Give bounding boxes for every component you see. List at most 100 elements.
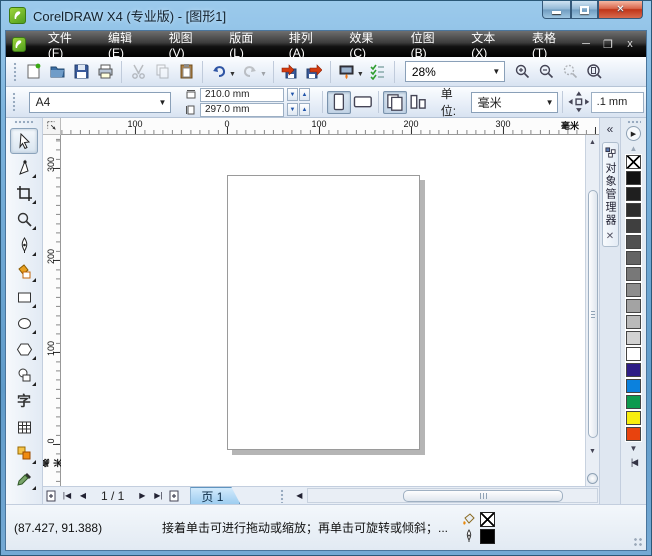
color-swatch[interactable] bbox=[625, 282, 642, 298]
add-page-button[interactable] bbox=[166, 488, 182, 504]
paste-button[interactable] bbox=[174, 60, 198, 84]
color-swatch[interactable] bbox=[625, 378, 642, 394]
paper-height-field[interactable]: 297.0 mm bbox=[199, 102, 284, 117]
undo-button[interactable] bbox=[207, 60, 231, 84]
units-combo[interactable]: 毫米 ▼ bbox=[470, 91, 559, 113]
color-swatch[interactable] bbox=[625, 362, 642, 378]
page-tab[interactable]: 页 1 bbox=[190, 487, 240, 504]
zoom-in-button[interactable] bbox=[511, 60, 535, 84]
toolbar-grip[interactable] bbox=[11, 61, 18, 82]
zoom-to-page-button[interactable] bbox=[583, 60, 607, 84]
vertical-ruler[interactable]: 300 200 100 0 毫米 bbox=[43, 135, 64, 486]
child-minimize-icon[interactable]: ─ bbox=[580, 38, 592, 50]
chevron-down-icon[interactable]: ▼ bbox=[155, 93, 170, 112]
redo-button[interactable] bbox=[238, 60, 262, 84]
vertical-scroll-thumb[interactable] bbox=[587, 190, 598, 438]
spin-up-icon[interactable]: ▲ bbox=[298, 103, 310, 116]
no-color-swatch[interactable] bbox=[625, 154, 642, 170]
spin-down-icon[interactable]: ▼ bbox=[286, 88, 298, 101]
pick-tool[interactable] bbox=[10, 128, 38, 154]
portrait-button[interactable] bbox=[326, 90, 351, 114]
horizontal-scrollbar[interactable] bbox=[307, 488, 598, 503]
navigator-splitter[interactable] bbox=[280, 488, 286, 503]
freehand-tool[interactable] bbox=[10, 232, 38, 258]
resize-grip[interactable] bbox=[633, 537, 643, 547]
color-swatch[interactable] bbox=[625, 410, 642, 426]
child-close-icon[interactable]: x bbox=[624, 38, 636, 50]
color-swatch[interactable] bbox=[625, 186, 642, 202]
redo-dropdown-icon[interactable]: ▼ bbox=[260, 71, 267, 78]
canvas[interactable] bbox=[61, 135, 585, 486]
options-button[interactable] bbox=[366, 60, 390, 84]
zoom-level-combo[interactable]: 28% ▼ bbox=[404, 61, 505, 82]
color-swatch[interactable] bbox=[625, 426, 642, 442]
blend-tool[interactable] bbox=[10, 440, 38, 466]
paper-width-spinner[interactable]: ▼ ▲ bbox=[286, 88, 310, 101]
close-button[interactable]: ✕ bbox=[598, 1, 643, 19]
text-tool[interactable]: 字 bbox=[10, 388, 38, 414]
child-restore-icon[interactable]: ❐ bbox=[602, 38, 614, 51]
chevron-down-icon[interactable]: ▼ bbox=[489, 62, 504, 81]
current-page-button[interactable] bbox=[407, 91, 431, 114]
paper-height-spinner[interactable]: ▼ ▲ bbox=[286, 103, 310, 116]
docker-close-icon[interactable]: ✕ bbox=[606, 231, 614, 242]
color-swatch[interactable] bbox=[625, 346, 642, 362]
color-swatch[interactable] bbox=[625, 394, 642, 410]
docker-collapse-icon[interactable]: « bbox=[607, 122, 614, 136]
save-button[interactable] bbox=[69, 60, 93, 84]
landscape-button[interactable] bbox=[351, 91, 375, 114]
last-page-button[interactable]: ▶| bbox=[150, 488, 166, 504]
first-page-button[interactable]: |◀ bbox=[59, 488, 75, 504]
shape-tool[interactable] bbox=[10, 154, 38, 180]
color-swatch[interactable] bbox=[625, 298, 642, 314]
toolbox-grip[interactable] bbox=[14, 120, 34, 126]
minimize-button[interactable] bbox=[542, 1, 571, 19]
palette-expand-icon[interactable]: |◀ bbox=[631, 457, 638, 468]
horizontal-scroll-thumb[interactable] bbox=[403, 489, 564, 502]
palette-grip[interactable] bbox=[626, 120, 641, 125]
color-swatch[interactable] bbox=[625, 266, 642, 282]
navigator-pan-button[interactable] bbox=[587, 473, 598, 484]
horizontal-ruler[interactable]: 100 0 100 200 300 毫米 bbox=[61, 118, 599, 135]
scroll-left-icon[interactable]: ◀ bbox=[291, 488, 307, 504]
color-swatch[interactable] bbox=[625, 170, 642, 186]
zoom-tool[interactable] bbox=[10, 206, 38, 232]
spin-up-icon[interactable]: ▲ bbox=[298, 88, 310, 101]
ellipse-tool[interactable] bbox=[10, 310, 38, 336]
add-page-button[interactable] bbox=[43, 488, 59, 504]
crop-tool[interactable] bbox=[10, 180, 38, 206]
undo-dropdown-icon[interactable]: ▼ bbox=[229, 71, 236, 78]
next-page-button[interactable]: ▶ bbox=[134, 488, 150, 504]
all-pages-button[interactable] bbox=[383, 90, 408, 114]
palette-scroll-down-icon[interactable]: ▼ bbox=[630, 442, 638, 454]
page[interactable] bbox=[227, 175, 420, 450]
export-button[interactable] bbox=[302, 60, 326, 84]
application-launcher-button[interactable] bbox=[335, 60, 359, 84]
color-swatch[interactable] bbox=[625, 234, 642, 250]
zoom-out-button[interactable] bbox=[535, 60, 559, 84]
nudge-offset-button[interactable] bbox=[567, 91, 591, 114]
color-swatch[interactable] bbox=[625, 202, 642, 218]
ruler-origin-button[interactable] bbox=[43, 118, 61, 135]
fill-color-swatch[interactable] bbox=[480, 511, 496, 527]
print-button[interactable] bbox=[93, 60, 117, 84]
paper-size-combo[interactable]: A4 ▼ bbox=[28, 91, 171, 113]
scroll-down-icon[interactable]: ▼ bbox=[586, 444, 600, 459]
zoom-selected-button[interactable] bbox=[559, 60, 583, 84]
import-button[interactable] bbox=[278, 60, 302, 84]
palette-flyout-button[interactable]: ▶ bbox=[626, 126, 641, 141]
rectangle-tool[interactable] bbox=[10, 284, 38, 310]
docker-tab-object-manager[interactable]: 对象管理器 ✕ bbox=[601, 142, 619, 247]
previous-page-button[interactable]: ◀ bbox=[75, 488, 91, 504]
nudge-offset-field[interactable]: .1 mm bbox=[590, 91, 645, 113]
polygon-tool[interactable] bbox=[10, 336, 38, 362]
propbar-grip[interactable] bbox=[11, 92, 18, 112]
vertical-scrollbar[interactable]: ▲ ▼ bbox=[585, 135, 599, 486]
outline-color-swatch[interactable] bbox=[480, 528, 496, 544]
color-swatch[interactable] bbox=[625, 330, 642, 346]
scroll-up-icon[interactable]: ▲ bbox=[586, 135, 600, 150]
launcher-dropdown-icon[interactable]: ▼ bbox=[357, 71, 364, 78]
eyedropper-tool[interactable] bbox=[10, 466, 38, 492]
smart-fill-tool[interactable] bbox=[10, 258, 38, 284]
color-swatch[interactable] bbox=[625, 250, 642, 266]
